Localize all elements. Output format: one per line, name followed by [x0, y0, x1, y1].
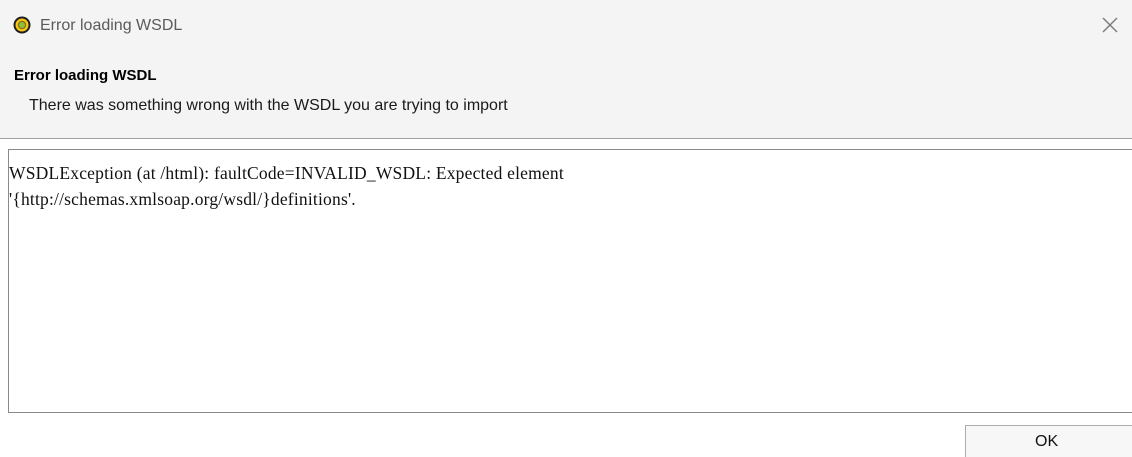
- ok-button-label: OK: [1035, 433, 1059, 450]
- header-title: Error loading WSDL: [14, 67, 157, 84]
- dialog-header: Error loading WSDL There was something w…: [0, 50, 1132, 138]
- title-bar: Error loading WSDL: [0, 0, 1132, 50]
- error-details-box[interactable]: WSDLException (at /html): faultCode=INVA…: [8, 149, 1132, 413]
- close-icon[interactable]: [1098, 13, 1122, 37]
- window-title: Error loading WSDL: [40, 17, 183, 34]
- header-divider: [0, 138, 1132, 139]
- ok-button[interactable]: OK: [965, 425, 1132, 457]
- app-icon: [13, 16, 31, 34]
- error-line: WSDLException (at /html): faultCode=INVA…: [9, 163, 564, 183]
- error-line: '{http://schemas.xmlsoap.org/wsdl/}defin…: [9, 189, 356, 209]
- error-dialog: Error loading WSDL Error loading WSDL Th…: [0, 0, 1132, 457]
- header-message: There was something wrong with the WSDL …: [29, 97, 508, 114]
